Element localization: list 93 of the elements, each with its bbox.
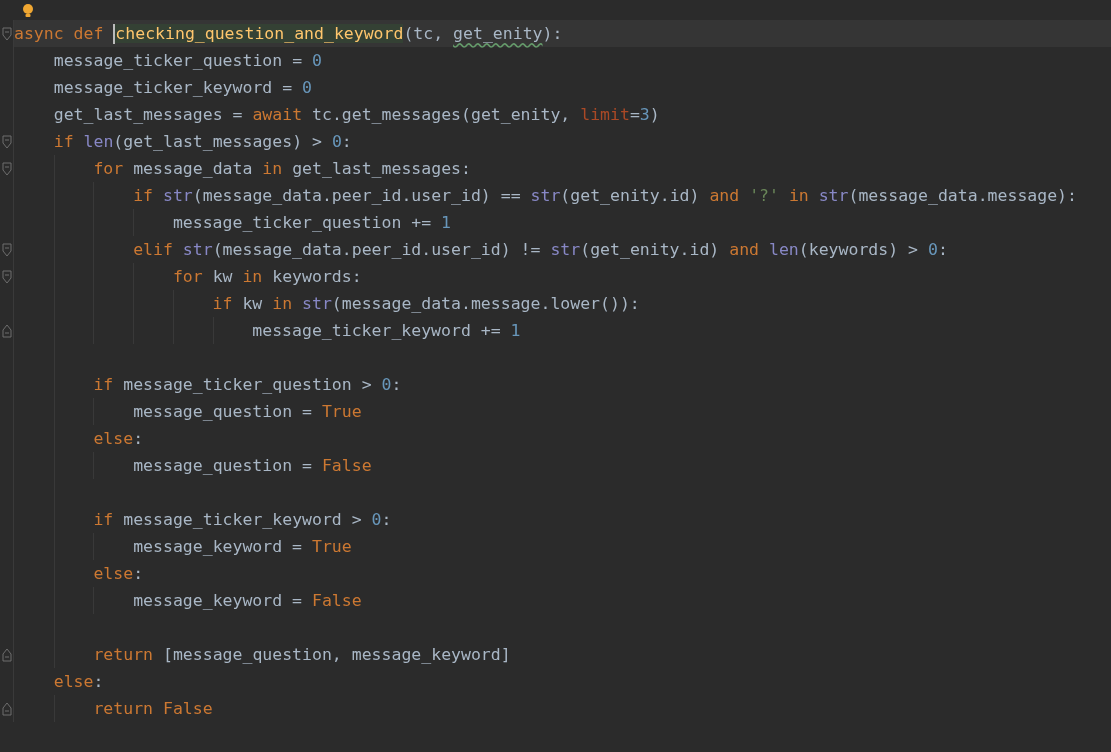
number-literal: 1 — [510, 321, 521, 340]
keyword: for — [93, 159, 125, 178]
builtin-name: str — [162, 186, 193, 205]
number-literal: 0 — [331, 132, 342, 151]
number-literal: 0 — [371, 510, 382, 529]
lightbulb-icon[interactable] — [22, 3, 34, 19]
fold-icon[interactable] — [2, 26, 12, 41]
keyword: if — [53, 132, 75, 151]
code-text: : — [341, 132, 352, 151]
code-text: message_ticker_keyword += — [252, 321, 502, 340]
code-text: (get_enity.id) — [560, 186, 701, 205]
keyword: in — [242, 267, 264, 286]
number-literal: 1 — [441, 213, 452, 232]
code-text: : — [93, 672, 104, 691]
code-text: (get_enity.id) — [580, 240, 721, 259]
fold-icon[interactable] — [2, 161, 12, 176]
fold-icon[interactable] — [2, 647, 12, 662]
keyword: else — [93, 429, 134, 448]
code-text: message_question = — [133, 402, 313, 421]
code-text: get_last_messages: — [292, 159, 471, 178]
code-text: (message_data.message.lower()): — [331, 294, 640, 313]
code-text: get_last_messages = — [53, 105, 244, 124]
code-text: get_enity — [453, 24, 543, 43]
keyword: and — [729, 240, 761, 259]
code-text: (message_data.peer_id.user_id) == — [192, 186, 522, 205]
keyword: if — [93, 375, 115, 394]
code-text: (message_data.message): — [848, 186, 1077, 205]
fold-icon[interactable] — [2, 323, 12, 338]
keyword: if — [133, 186, 155, 205]
keyword: return — [93, 699, 155, 718]
number-literal: 0 — [927, 240, 938, 259]
number-literal: 0 — [381, 375, 392, 394]
keyword: if — [93, 510, 115, 529]
code-text: (keywords) > — [798, 240, 919, 259]
number-literal: 3 — [639, 105, 650, 124]
keyword: True — [311, 537, 352, 556]
code-text: (tc, — [403, 24, 445, 43]
keyword: await — [252, 105, 303, 124]
keyword: False — [163, 699, 213, 718]
string-literal: '?' — [749, 186, 780, 205]
code-text: message_keyword = — [133, 591, 304, 610]
code-text: (get_last_messages) > — [113, 132, 323, 151]
keyword: and — [709, 186, 741, 205]
code-text: message_ticker_keyword > — [123, 510, 363, 529]
keyword: in — [262, 159, 284, 178]
code-text: message_ticker_question += — [172, 213, 433, 232]
function-name: checking_question_and_keyword — [115, 24, 404, 43]
number-literal: 0 — [312, 51, 322, 70]
builtin-name: str — [302, 294, 332, 313]
code-text: : — [133, 564, 144, 583]
code-text: kw — [242, 294, 264, 313]
keyword: False — [321, 456, 372, 475]
code-text: : — [381, 510, 392, 529]
builtin-name: str — [550, 240, 581, 259]
keyword: in — [272, 294, 294, 313]
keyword: else — [53, 672, 94, 691]
code-text: = — [629, 105, 640, 124]
keyword: async def — [14, 24, 105, 43]
fold-icon[interactable] — [2, 134, 12, 149]
keyword: elif — [133, 240, 174, 259]
keyword: in — [788, 186, 810, 205]
code-text: keywords: — [272, 267, 362, 286]
keyword: if — [212, 294, 234, 313]
builtin-name: len — [769, 240, 799, 259]
code-text: : — [937, 240, 948, 259]
code-text: [message_question, message_keyword] — [163, 645, 511, 664]
parameter-name: limit — [580, 105, 630, 124]
keyword: True — [321, 402, 362, 421]
keyword: return — [93, 645, 155, 664]
keyword: False — [311, 591, 362, 610]
code-text: kw — [212, 267, 234, 286]
code-text: message_ticker_question > — [123, 375, 373, 394]
code-text: message_data — [133, 159, 254, 178]
code-text: message_ticker_question = — [53, 51, 304, 70]
builtin-name: str — [818, 186, 849, 205]
code-text: message_question = — [133, 456, 313, 475]
code-text: message_keyword = — [133, 537, 304, 556]
code-text: message_ticker_keyword = — [53, 78, 294, 97]
code-text: ) — [649, 105, 660, 124]
code-text: tc.get_messages(get_enity, — [311, 105, 572, 124]
builtin-name: len — [83, 132, 114, 151]
fold-icon[interactable] — [2, 242, 12, 257]
builtin-name: str — [182, 240, 213, 259]
number-literal: 0 — [302, 78, 312, 97]
keyword: for — [172, 267, 204, 286]
code-text: : — [133, 429, 144, 448]
code-text: : — [391, 375, 402, 394]
code-text: (message_data.peer_id.user_id) != — [212, 240, 542, 259]
fold-icon[interactable] — [2, 269, 12, 284]
keyword: else — [93, 564, 134, 583]
fold-icon[interactable] — [2, 701, 12, 716]
code-text: ): — [542, 24, 563, 43]
builtin-name: str — [530, 186, 561, 205]
